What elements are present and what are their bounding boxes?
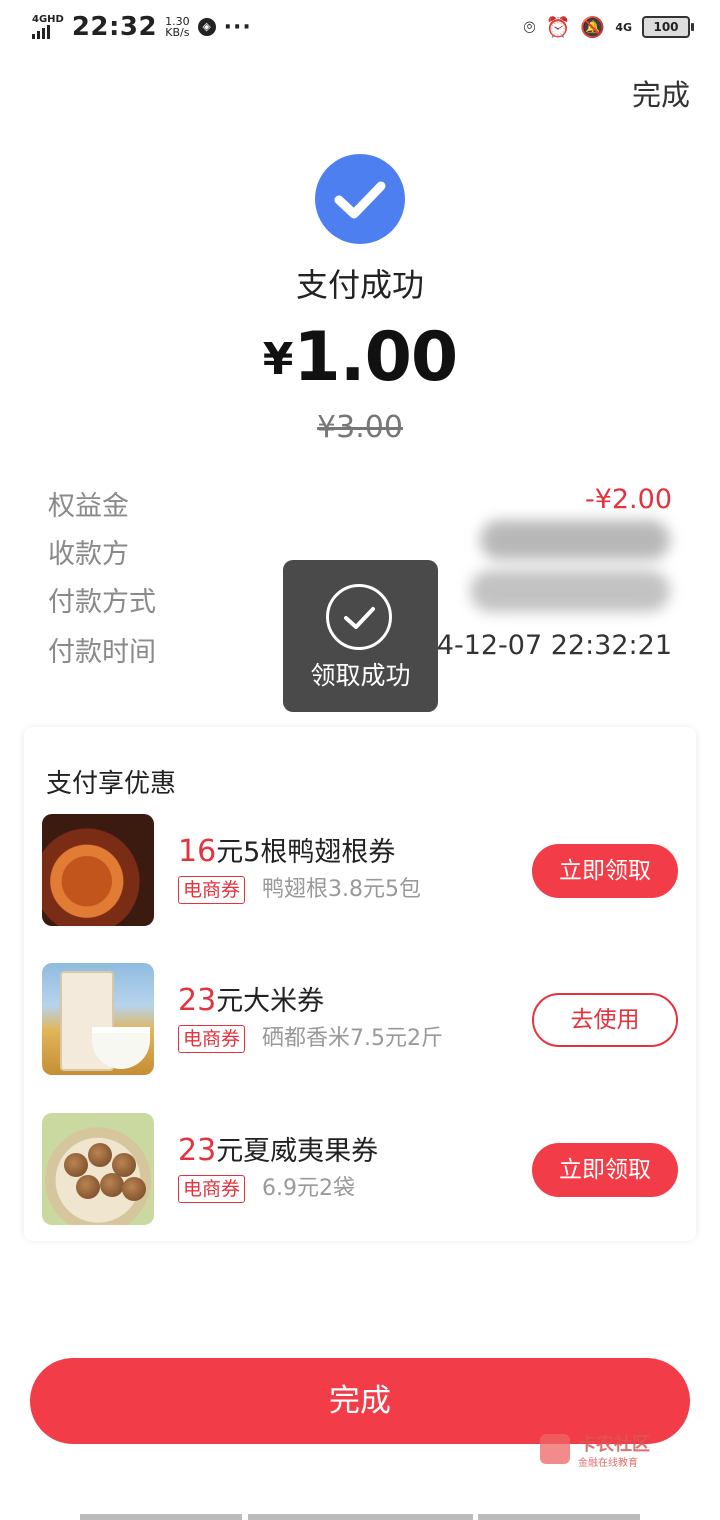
toast-text: 领取成功 bbox=[310, 661, 411, 690]
offer-price: 23 bbox=[178, 983, 217, 1018]
nav-bar-right[interactable] bbox=[478, 1514, 640, 1520]
detail-value-time: 24-12-07 22:32:21 bbox=[419, 630, 672, 661]
offer-price: 16 bbox=[178, 834, 217, 869]
offer-desc: 硒都香米7.5元2斤 bbox=[262, 1026, 443, 1051]
location-icon: ⌾ bbox=[523, 15, 536, 39]
watermark-logo-icon bbox=[540, 1434, 570, 1464]
offer-name: 元夏威夷果券 bbox=[216, 1136, 379, 1167]
original-amount: ¥3.00 bbox=[317, 410, 403, 445]
offer-tag: 电商券 bbox=[178, 1175, 246, 1203]
battery-icon: 100 bbox=[642, 16, 694, 38]
claim-button[interactable]: 立即领取 bbox=[532, 1143, 678, 1197]
watermark-title: 卡农社区 bbox=[578, 1434, 650, 1455]
signal-bars-icon bbox=[32, 25, 64, 39]
payment-status-title: 支付成功 bbox=[295, 266, 424, 304]
alarm-icon: ⏰ bbox=[545, 15, 571, 39]
toast-check-icon bbox=[326, 584, 392, 650]
offers-title: 支付享优惠 bbox=[46, 769, 177, 799]
clock-time: 22:32 bbox=[71, 12, 158, 42]
offer-item: 16元5根鸭翅根券 电商券 鸭翅根3.8元5包 立即领取 bbox=[24, 814, 696, 926]
offer-title: 23元大米券 bbox=[178, 979, 324, 1018]
network-type: 4GHD bbox=[32, 14, 64, 25]
offer-item: 23元大米券 电商券 硒都香米7.5元2斤 去使用 bbox=[24, 963, 696, 1075]
mute-bell-icon: 🔕 bbox=[580, 15, 606, 39]
offer-price: 23 bbox=[178, 1133, 217, 1168]
redacted-payee bbox=[480, 520, 670, 560]
currency-symbol: ¥ bbox=[262, 334, 294, 385]
offer-item: 23元夏威夷果券 电商券 6.9元2袋 立即领取 bbox=[24, 1113, 696, 1225]
offer-name: 元5根鸭翅根券 bbox=[216, 837, 396, 868]
watermark: 卡农社区 金融在线教育 bbox=[540, 1430, 670, 1470]
macadamia-image bbox=[42, 1113, 154, 1225]
offer-tag: 电商券 bbox=[178, 1025, 246, 1053]
detail-label-benefit: 权益金 bbox=[48, 491, 129, 522]
detail-label-method: 付款方式 bbox=[48, 587, 156, 618]
status-left: 4GHD 22:32 1.30 KB/s ◈ ··· bbox=[32, 12, 252, 42]
success-toast: 领取成功 bbox=[283, 560, 438, 712]
payment-amount: ¥1.00 bbox=[0, 318, 720, 397]
battery-level: 100 bbox=[653, 20, 679, 34]
nav-bar-left[interactable] bbox=[80, 1514, 242, 1520]
offer-tag: 电商券 bbox=[178, 876, 246, 904]
offer-title: 23元夏威夷果券 bbox=[178, 1129, 378, 1168]
offers-card: 支付享优惠 16元5根鸭翅根券 电商券 鸭翅根3.8元5包 立即领取 23元大米… bbox=[24, 727, 696, 1241]
offer-name: 元大米券 bbox=[216, 986, 325, 1017]
detail-label-payee: 收款方 bbox=[48, 539, 129, 570]
signal-indicator: 4GHD bbox=[32, 15, 64, 39]
top-done-button[interactable]: 完成 bbox=[632, 72, 690, 114]
more-notifications-icon: ··· bbox=[223, 14, 252, 40]
rice-image bbox=[42, 963, 154, 1075]
amount-value: 1.00 bbox=[293, 318, 458, 397]
redacted-method bbox=[470, 570, 670, 612]
detail-label-time: 付款时间 bbox=[48, 637, 156, 668]
network-4g-icon: 4G bbox=[615, 20, 632, 34]
use-button[interactable]: 去使用 bbox=[532, 993, 678, 1047]
offer-desc: 6.9元2袋 bbox=[262, 1176, 355, 1201]
check-circle-icon bbox=[315, 154, 405, 244]
offer-title: 16元5根鸭翅根券 bbox=[178, 830, 395, 869]
nav-bar-center[interactable] bbox=[248, 1514, 473, 1520]
detail-value-benefit: -¥2.00 bbox=[584, 484, 672, 515]
claim-button[interactable]: 立即领取 bbox=[532, 844, 678, 898]
network-speed: 1.30 KB/s bbox=[165, 16, 190, 38]
status-bar: 4GHD 22:32 1.30 KB/s ◈ ··· ⌾ ⏰ 🔕 4G 100 bbox=[0, 0, 720, 56]
duck-wing-image bbox=[42, 814, 154, 926]
speed-unit: KB/s bbox=[165, 26, 190, 39]
status-right: ⌾ ⏰ 🔕 4G 100 bbox=[523, 15, 694, 39]
offer-desc: 鸭翅根3.8元5包 bbox=[262, 877, 421, 902]
app-notification-icon: ◈ bbox=[197, 18, 216, 36]
watermark-subtitle: 金融在线教育 bbox=[578, 1458, 638, 1469]
